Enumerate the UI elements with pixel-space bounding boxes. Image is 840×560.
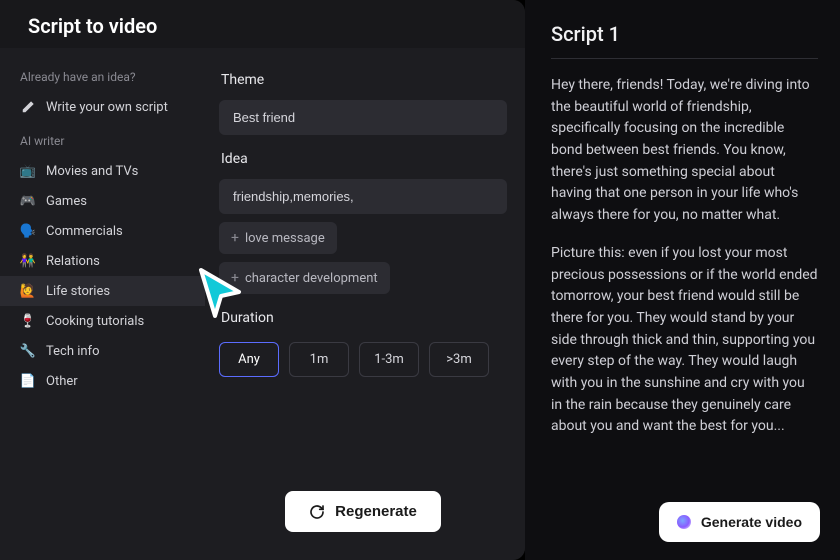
divider <box>551 58 818 59</box>
category-icon: 🔧 <box>20 343 36 359</box>
duration-option[interactable]: 1-3m <box>359 342 419 377</box>
plus-icon: + <box>231 230 239 246</box>
sidebar-item-commercials[interactable]: 🗣️ Commercials <box>0 216 205 246</box>
duration-option[interactable]: Any <box>219 342 279 377</box>
refresh-icon <box>309 504 325 520</box>
sidebar-item-label: Movies and TVs <box>46 164 138 179</box>
pencil-icon <box>20 99 36 115</box>
generate-label: Generate video <box>701 514 802 530</box>
script-body: Hey there, friends! Today, we're diving … <box>551 75 818 542</box>
regenerate-label: Regenerate <box>335 503 417 520</box>
idea-chip[interactable]: + character development <box>219 262 390 294</box>
generate-video-button[interactable]: Generate video <box>659 502 820 542</box>
script-title: Script 1 <box>551 22 818 46</box>
sidebar-item-tech-info[interactable]: 🔧 Tech info <box>0 336 205 366</box>
chip-label: character development <box>245 271 378 286</box>
script-panel: Script 1 Hey there, friends! Today, we'r… <box>525 0 840 560</box>
script-paragraph: Hey there, friends! Today, we're diving … <box>551 75 818 227</box>
duration-option[interactable]: >3m <box>429 342 489 377</box>
sidebar-item-label: Life stories <box>46 284 110 299</box>
sidebar-item-relations[interactable]: 👫 Relations <box>0 246 205 276</box>
center-form: Theme Idea + love message + character devel… <box>205 48 525 560</box>
regenerate-button[interactable]: Regenerate <box>285 491 441 532</box>
sidebar-item-write-own[interactable]: Write your own script <box>0 92 205 122</box>
idea-input[interactable] <box>219 179 507 214</box>
category-icon: 📺 <box>20 163 36 179</box>
idea-chip[interactable]: + love message <box>219 222 337 254</box>
category-icon: 📄 <box>20 373 36 389</box>
category-icon: 🙋 <box>20 283 36 299</box>
sidebar-item-cooking-tutorials[interactable]: 🍷 Cooking tutorials <box>0 306 205 336</box>
category-icon: 🎮 <box>20 193 36 209</box>
sidebar-item-label: Write your own script <box>46 100 168 115</box>
sidebar-item-label: Commercials <box>46 224 123 239</box>
script-paragraph: Picture this: even if you lost your most… <box>551 243 818 438</box>
sidebar: Already have an idea? Write your own scr… <box>0 48 205 560</box>
sidebar-item-label: Relations <box>46 254 100 269</box>
duration-label: Duration <box>221 310 507 326</box>
sidebar-item-label: Cooking tutorials <box>46 314 144 329</box>
left-panel: Script to video Already have an idea? Wr… <box>0 0 525 560</box>
orb-icon <box>677 515 691 529</box>
sidebar-item-label: Other <box>46 374 78 389</box>
page-title: Script to video <box>0 0 525 48</box>
category-icon: 🍷 <box>20 313 36 329</box>
sidebar-item-other[interactable]: 📄 Other <box>0 366 205 396</box>
plus-icon: + <box>231 270 239 286</box>
sidebar-item-games[interactable]: 🎮 Games <box>0 186 205 216</box>
duration-option[interactable]: 1m <box>289 342 349 377</box>
sidebar-item-movies-and-tvs[interactable]: 📺 Movies and TVs <box>0 156 205 186</box>
theme-label: Theme <box>221 72 507 88</box>
sidebar-heading-ai: AI writer <box>0 130 205 156</box>
sidebar-heading-idea: Already have an idea? <box>0 66 205 92</box>
sidebar-item-life-stories[interactable]: 🙋 Life stories <box>0 276 205 306</box>
sidebar-item-label: Games <box>46 194 87 209</box>
category-icon: 👫 <box>20 253 36 269</box>
theme-input[interactable] <box>219 100 507 135</box>
sidebar-item-label: Tech info <box>46 344 100 359</box>
idea-label: Idea <box>221 151 507 167</box>
chip-label: love message <box>245 231 325 246</box>
category-icon: 🗣️ <box>20 223 36 239</box>
